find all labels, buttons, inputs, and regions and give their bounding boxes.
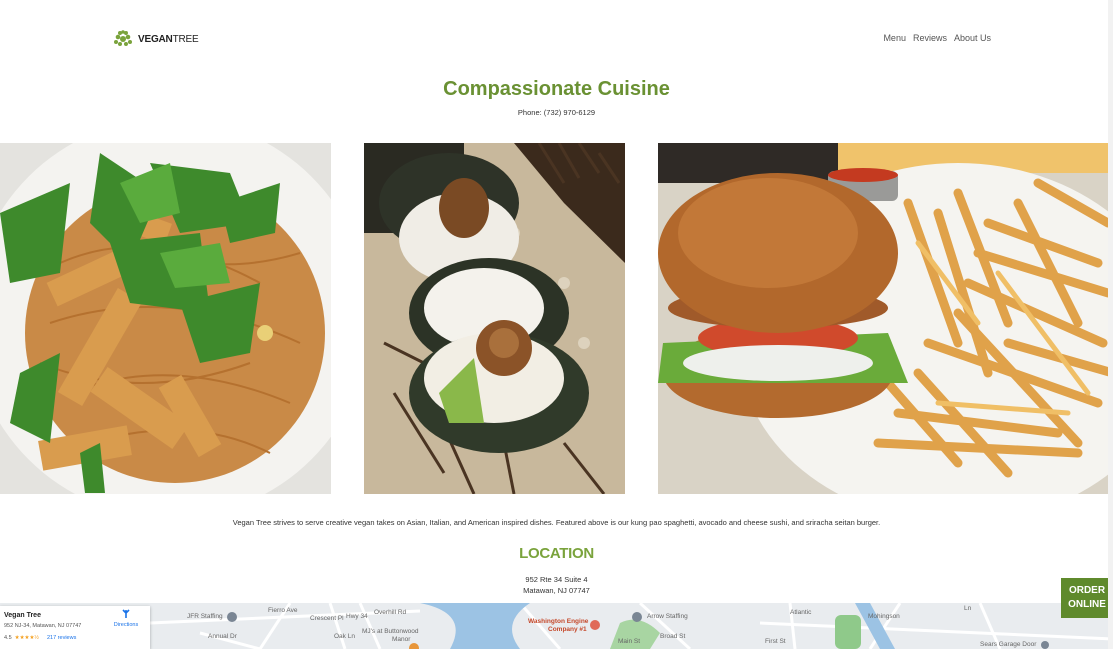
page-title: Compassionate Cuisine <box>443 78 670 100</box>
order-online-line-2: ONLINE <box>1068 599 1106 610</box>
main-nav: Menu Reviews About Us <box>883 33 991 43</box>
directions-label: Directions <box>113 622 139 628</box>
description-text: Vegan Tree strives to serve creative veg… <box>232 518 881 527</box>
map-label-hwy: Hwy 34 <box>346 613 368 620</box>
map-label-ln: Ln <box>964 605 972 612</box>
scrollbar[interactable] <box>1108 0 1113 649</box>
map-label-company: Company #1 <box>548 626 587 633</box>
map-rating: 4.5 ★★★★½ 217 reviews <box>4 635 146 641</box>
order-online-line-1: ORDER <box>1068 585 1106 596</box>
nav-reviews[interactable]: Reviews <box>913 33 947 43</box>
map-label-crescent: Crescent Pl <box>310 615 344 622</box>
map-label-arrow: Arrow Staffing <box>647 613 688 620</box>
map-label-main: Main St <box>618 638 641 645</box>
order-online-button[interactable]: ORDER ONLINE <box>1061 578 1113 618</box>
star-rating-icon: ★★★★½ <box>14 635 39 641</box>
phone-number: Phone: (732) 970-6129 <box>517 108 596 117</box>
logo-text-bold: VEGAN <box>138 33 173 45</box>
location-heading: LOCATION <box>519 545 594 562</box>
address-line-1: 952 Rte 34 Suite 4 <box>525 575 588 584</box>
map-label-mjs: MJ's at Buttonwood <box>362 628 419 635</box>
avocado-cheese-sushi-photo <box>364 143 625 494</box>
logo[interactable]: VEGANTREE <box>112 29 199 49</box>
map-label-mohingson: Mohingson <box>868 613 900 620</box>
map-label-washington: Washington Engine <box>528 618 589 625</box>
nav-menu[interactable]: Menu <box>883 33 906 43</box>
map-label-atlantic: Atlantic <box>790 609 812 616</box>
logo-text: VEGANTREE <box>138 33 199 45</box>
tree-logo-icon <box>114 30 132 46</box>
map-label-broad: Broad St <box>660 633 686 640</box>
map-label-first: First St <box>765 638 786 645</box>
directions-icon <box>122 609 130 618</box>
map-label-jfr: JFR Staffing <box>187 613 223 620</box>
map-rating-value: 4.5 <box>4 635 12 641</box>
map-label-manor: Manor <box>392 636 411 643</box>
map-label-oak: Oak Ln <box>334 633 355 640</box>
map-reviews-link[interactable]: 217 reviews <box>47 635 76 641</box>
map[interactable]: JFR Staffing MJ's at Buttonwood Manor Wa… <box>0 603 1113 649</box>
logo-text-light: TREE <box>172 33 199 45</box>
map-label-annual: Annual Dr <box>208 633 237 640</box>
kung-pao-spaghetti-photo <box>0 143 331 494</box>
address-line-2: Matawan, NJ 07747 <box>523 586 590 595</box>
directions-button[interactable]: Directions <box>110 609 142 628</box>
address: 952 Rte 34 Suite 4 Matawan, NJ 07747 <box>0 574 1113 596</box>
map-label-fierro: Fierro Ave <box>268 607 298 614</box>
nav-about-us[interactable]: About Us <box>954 33 991 43</box>
map-label-overhill: Overhill Rd <box>374 609 407 616</box>
sriracha-seitan-burger-photo <box>658 143 1113 494</box>
map-label-sears: Sears Garage Door <box>980 641 1037 648</box>
